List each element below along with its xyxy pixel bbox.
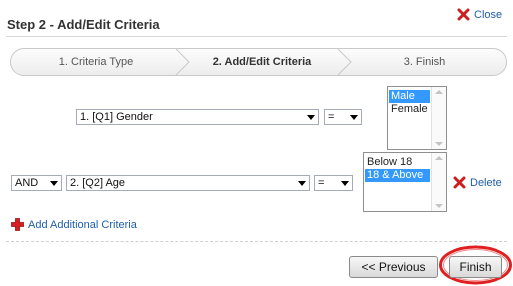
operator-select[interactable]: = [324, 109, 362, 125]
step-separator-icon [175, 49, 190, 75]
scroll-down-icon[interactable] [435, 142, 443, 146]
operator-select[interactable]: = [314, 175, 353, 191]
scroll-up-icon[interactable] [435, 90, 443, 94]
connector-select[interactable]: AND [11, 175, 62, 191]
scroll-up-icon[interactable] [435, 156, 443, 160]
wizard-step-finish[interactable]: 3. Finish [343, 49, 506, 75]
chevron-down-icon [350, 115, 358, 120]
list-option[interactable]: Male [389, 90, 430, 103]
operator-select-value: = [328, 111, 335, 123]
plus-icon [11, 218, 24, 231]
chevron-down-icon [50, 181, 58, 186]
question-select[interactable]: 1. [Q1] Gender [76, 109, 319, 125]
value-listbox[interactable]: Below 18 18 & Above [363, 152, 447, 212]
finish-button[interactable]: Finish [449, 256, 502, 278]
chevron-down-icon [307, 115, 315, 120]
list-option[interactable]: Below 18 [365, 156, 430, 169]
list-option[interactable]: 18 & Above [365, 169, 430, 182]
chevron-down-icon [298, 181, 306, 186]
operator-select-value: = [318, 177, 325, 189]
connector-select-value: AND [15, 177, 39, 189]
close-icon [457, 8, 470, 21]
add-criteria-link[interactable]: Add Additional Criteria [11, 218, 137, 231]
question-select-value: 1. [Q1] Gender [80, 111, 153, 123]
list-option[interactable]: Female [389, 103, 430, 116]
title-divider [6, 36, 507, 37]
footer-divider [6, 241, 507, 242]
delete-icon [453, 176, 466, 189]
previous-button[interactable]: << Previous [349, 256, 438, 278]
wizard-steps: 1. Criteria Type 2. Add/Edit Criteria 3.… [10, 48, 507, 76]
value-listbox[interactable]: Male Female [387, 86, 447, 150]
add-criteria-label: Add Additional Criteria [28, 218, 137, 231]
listbox-scrollbar[interactable] [431, 153, 446, 211]
wizard-step-criteria-type[interactable]: 1. Criteria Type [11, 49, 181, 75]
close-button[interactable]: Close [457, 8, 502, 21]
wizard-step-add-edit-criteria[interactable]: 2. Add/Edit Criteria [181, 49, 343, 75]
question-select-value: 2. [Q2] Age [70, 177, 126, 189]
dialog-title: Step 2 - Add/Edit Criteria [7, 17, 160, 32]
delete-label: Delete [470, 176, 502, 189]
close-label: Close [474, 8, 503, 21]
scroll-down-icon[interactable] [435, 204, 443, 208]
chevron-down-icon [341, 181, 349, 186]
step-separator-icon [337, 49, 352, 75]
listbox-scrollbar[interactable] [431, 87, 446, 149]
delete-criteria-button[interactable]: Delete [453, 176, 502, 189]
question-select[interactable]: 2. [Q2] Age [66, 175, 310, 191]
